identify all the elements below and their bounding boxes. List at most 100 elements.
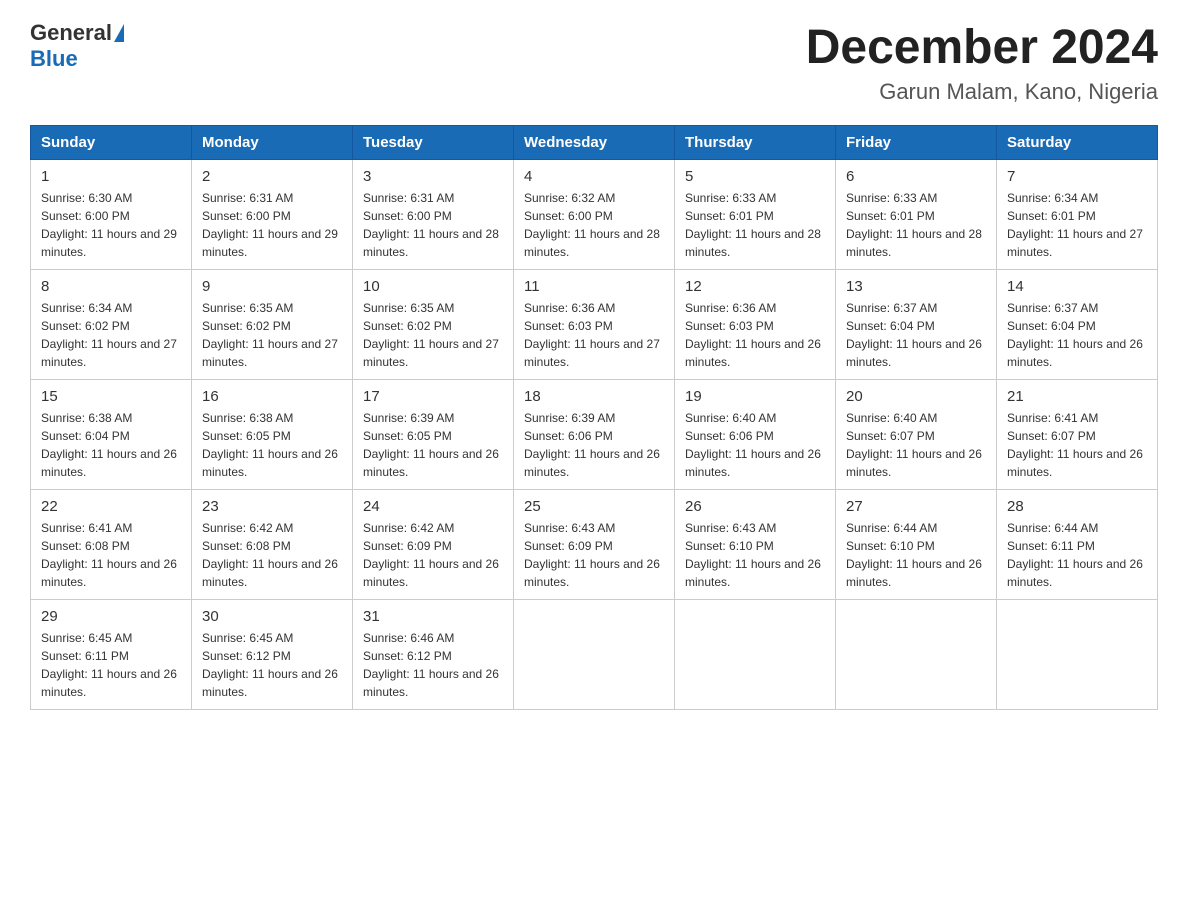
day-number: 9	[202, 278, 342, 295]
day-number: 13	[846, 278, 986, 295]
day-number: 3	[363, 168, 503, 185]
day-info: Sunrise: 6:36 AM Sunset: 6:03 PM Dayligh…	[685, 299, 825, 371]
day-cell-26: 26 Sunrise: 6:43 AM Sunset: 6:10 PM Dayl…	[675, 490, 836, 600]
day-number: 19	[685, 388, 825, 405]
calendar-subtitle: Garun Malam, Kano, Nigeria	[806, 79, 1158, 105]
day-info: Sunrise: 6:32 AM Sunset: 6:00 PM Dayligh…	[524, 189, 664, 261]
day-cell-10: 10 Sunrise: 6:35 AM Sunset: 6:02 PM Dayl…	[353, 270, 514, 380]
day-info: Sunrise: 6:34 AM Sunset: 6:01 PM Dayligh…	[1007, 189, 1147, 261]
day-info: Sunrise: 6:35 AM Sunset: 6:02 PM Dayligh…	[363, 299, 503, 371]
day-info: Sunrise: 6:40 AM Sunset: 6:07 PM Dayligh…	[846, 409, 986, 481]
day-cell-28: 28 Sunrise: 6:44 AM Sunset: 6:11 PM Dayl…	[997, 490, 1158, 600]
day-info: Sunrise: 6:38 AM Sunset: 6:04 PM Dayligh…	[41, 409, 181, 481]
day-number: 24	[363, 498, 503, 515]
day-number: 25	[524, 498, 664, 515]
day-cell-23: 23 Sunrise: 6:42 AM Sunset: 6:08 PM Dayl…	[192, 490, 353, 600]
day-cell-27: 27 Sunrise: 6:44 AM Sunset: 6:10 PM Dayl…	[836, 490, 997, 600]
day-cell-22: 22 Sunrise: 6:41 AM Sunset: 6:08 PM Dayl…	[31, 490, 192, 600]
day-cell-15: 15 Sunrise: 6:38 AM Sunset: 6:04 PM Dayl…	[31, 380, 192, 490]
logo-blue-text: Blue	[30, 46, 78, 71]
day-cell-14: 14 Sunrise: 6:37 AM Sunset: 6:04 PM Dayl…	[997, 270, 1158, 380]
empty-cell	[514, 600, 675, 710]
day-info: Sunrise: 6:44 AM Sunset: 6:11 PM Dayligh…	[1007, 519, 1147, 591]
day-info: Sunrise: 6:39 AM Sunset: 6:05 PM Dayligh…	[363, 409, 503, 481]
day-info: Sunrise: 6:34 AM Sunset: 6:02 PM Dayligh…	[41, 299, 181, 371]
header-day-saturday: Saturday	[997, 126, 1158, 160]
day-number: 31	[363, 608, 503, 625]
day-info: Sunrise: 6:42 AM Sunset: 6:08 PM Dayligh…	[202, 519, 342, 591]
day-cell-2: 2 Sunrise: 6:31 AM Sunset: 6:00 PM Dayli…	[192, 160, 353, 270]
day-number: 28	[1007, 498, 1147, 515]
day-number: 6	[846, 168, 986, 185]
day-number: 23	[202, 498, 342, 515]
day-number: 1	[41, 168, 181, 185]
day-info: Sunrise: 6:30 AM Sunset: 6:00 PM Dayligh…	[41, 189, 181, 261]
week-row-4: 22 Sunrise: 6:41 AM Sunset: 6:08 PM Dayl…	[31, 490, 1158, 600]
day-cell-4: 4 Sunrise: 6:32 AM Sunset: 6:00 PM Dayli…	[514, 160, 675, 270]
day-number: 8	[41, 278, 181, 295]
logo-triangle-icon	[114, 24, 124, 42]
day-number: 22	[41, 498, 181, 515]
day-cell-8: 8 Sunrise: 6:34 AM Sunset: 6:02 PM Dayli…	[31, 270, 192, 380]
day-number: 21	[1007, 388, 1147, 405]
day-cell-13: 13 Sunrise: 6:37 AM Sunset: 6:04 PM Dayl…	[836, 270, 997, 380]
day-info: Sunrise: 6:37 AM Sunset: 6:04 PM Dayligh…	[1007, 299, 1147, 371]
week-row-5: 29 Sunrise: 6:45 AM Sunset: 6:11 PM Dayl…	[31, 600, 1158, 710]
day-cell-9: 9 Sunrise: 6:35 AM Sunset: 6:02 PM Dayli…	[192, 270, 353, 380]
day-info: Sunrise: 6:38 AM Sunset: 6:05 PM Dayligh…	[202, 409, 342, 481]
header-day-wednesday: Wednesday	[514, 126, 675, 160]
header-day-friday: Friday	[836, 126, 997, 160]
day-cell-19: 19 Sunrise: 6:40 AM Sunset: 6:06 PM Dayl…	[675, 380, 836, 490]
day-number: 16	[202, 388, 342, 405]
day-cell-29: 29 Sunrise: 6:45 AM Sunset: 6:11 PM Dayl…	[31, 600, 192, 710]
day-cell-18: 18 Sunrise: 6:39 AM Sunset: 6:06 PM Dayl…	[514, 380, 675, 490]
day-info: Sunrise: 6:33 AM Sunset: 6:01 PM Dayligh…	[685, 189, 825, 261]
day-cell-16: 16 Sunrise: 6:38 AM Sunset: 6:05 PM Dayl…	[192, 380, 353, 490]
day-cell-12: 12 Sunrise: 6:36 AM Sunset: 6:03 PM Dayl…	[675, 270, 836, 380]
day-info: Sunrise: 6:37 AM Sunset: 6:04 PM Dayligh…	[846, 299, 986, 371]
day-number: 17	[363, 388, 503, 405]
calendar-table: SundayMondayTuesdayWednesdayThursdayFrid…	[30, 125, 1158, 710]
day-number: 30	[202, 608, 342, 625]
day-number: 12	[685, 278, 825, 295]
day-number: 7	[1007, 168, 1147, 185]
header-day-monday: Monday	[192, 126, 353, 160]
day-cell-5: 5 Sunrise: 6:33 AM Sunset: 6:01 PM Dayli…	[675, 160, 836, 270]
title-section: December 2024 Garun Malam, Kano, Nigeria	[806, 20, 1158, 105]
day-cell-3: 3 Sunrise: 6:31 AM Sunset: 6:00 PM Dayli…	[353, 160, 514, 270]
day-info: Sunrise: 6:33 AM Sunset: 6:01 PM Dayligh…	[846, 189, 986, 261]
logo-general-text: General	[30, 20, 112, 46]
week-row-3: 15 Sunrise: 6:38 AM Sunset: 6:04 PM Dayl…	[31, 380, 1158, 490]
day-info: Sunrise: 6:31 AM Sunset: 6:00 PM Dayligh…	[202, 189, 342, 261]
day-number: 4	[524, 168, 664, 185]
day-cell-20: 20 Sunrise: 6:40 AM Sunset: 6:07 PM Dayl…	[836, 380, 997, 490]
day-cell-6: 6 Sunrise: 6:33 AM Sunset: 6:01 PM Dayli…	[836, 160, 997, 270]
day-cell-11: 11 Sunrise: 6:36 AM Sunset: 6:03 PM Dayl…	[514, 270, 675, 380]
day-info: Sunrise: 6:35 AM Sunset: 6:02 PM Dayligh…	[202, 299, 342, 371]
header-day-tuesday: Tuesday	[353, 126, 514, 160]
day-number: 29	[41, 608, 181, 625]
day-cell-30: 30 Sunrise: 6:45 AM Sunset: 6:12 PM Dayl…	[192, 600, 353, 710]
empty-cell	[836, 600, 997, 710]
day-cell-7: 7 Sunrise: 6:34 AM Sunset: 6:01 PM Dayli…	[997, 160, 1158, 270]
day-info: Sunrise: 6:31 AM Sunset: 6:00 PM Dayligh…	[363, 189, 503, 261]
logo: General Blue	[30, 20, 124, 72]
day-cell-24: 24 Sunrise: 6:42 AM Sunset: 6:09 PM Dayl…	[353, 490, 514, 600]
day-info: Sunrise: 6:41 AM Sunset: 6:08 PM Dayligh…	[41, 519, 181, 591]
week-row-2: 8 Sunrise: 6:34 AM Sunset: 6:02 PM Dayli…	[31, 270, 1158, 380]
day-number: 11	[524, 278, 664, 295]
header-row: SundayMondayTuesdayWednesdayThursdayFrid…	[31, 126, 1158, 160]
day-info: Sunrise: 6:42 AM Sunset: 6:09 PM Dayligh…	[363, 519, 503, 591]
day-number: 15	[41, 388, 181, 405]
day-cell-17: 17 Sunrise: 6:39 AM Sunset: 6:05 PM Dayl…	[353, 380, 514, 490]
day-info: Sunrise: 6:43 AM Sunset: 6:09 PM Dayligh…	[524, 519, 664, 591]
day-number: 2	[202, 168, 342, 185]
day-number: 26	[685, 498, 825, 515]
header-day-sunday: Sunday	[31, 126, 192, 160]
day-info: Sunrise: 6:40 AM Sunset: 6:06 PM Dayligh…	[685, 409, 825, 481]
page-header: General Blue December 2024 Garun Malam, …	[30, 20, 1158, 105]
day-number: 27	[846, 498, 986, 515]
day-number: 20	[846, 388, 986, 405]
day-info: Sunrise: 6:41 AM Sunset: 6:07 PM Dayligh…	[1007, 409, 1147, 481]
week-row-1: 1 Sunrise: 6:30 AM Sunset: 6:00 PM Dayli…	[31, 160, 1158, 270]
